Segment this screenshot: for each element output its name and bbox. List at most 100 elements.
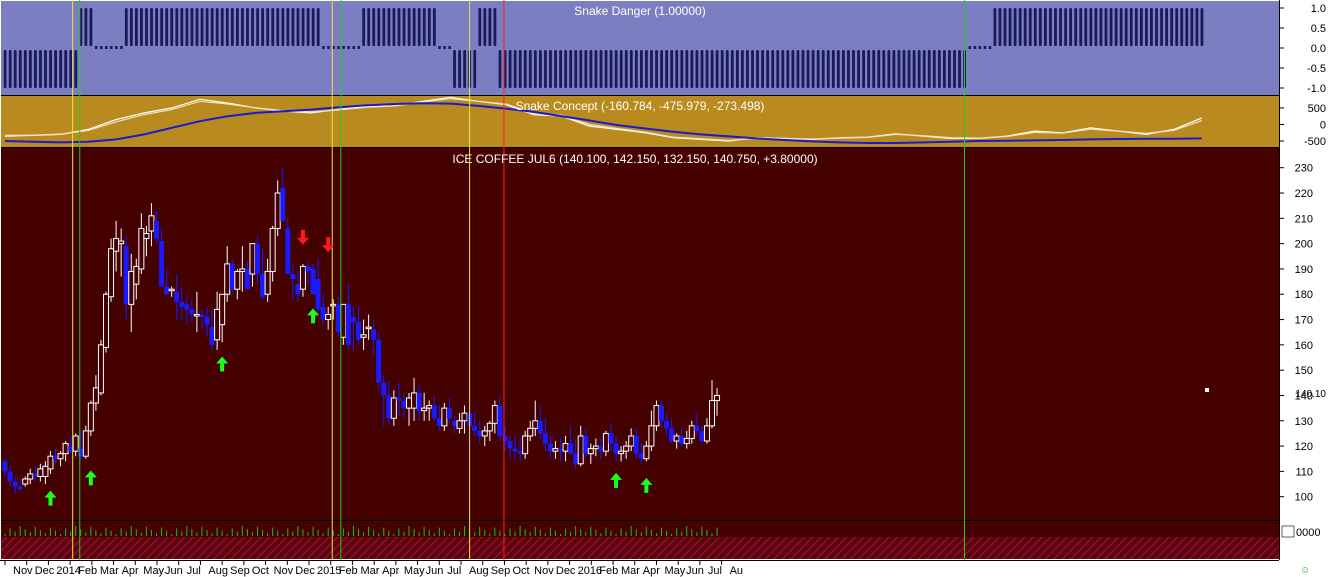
candle-body-down (633, 435, 639, 454)
danger-bar (1084, 8, 1088, 46)
danger-bar (1195, 8, 1199, 46)
danger-bar (1089, 8, 1093, 46)
danger-bar (932, 50, 936, 88)
danger-bar (266, 8, 270, 46)
danger-bar (362, 8, 366, 46)
danger-bar (650, 50, 653, 88)
danger-bar (953, 50, 956, 88)
danger-bar (18, 50, 22, 88)
danger-bar (230, 8, 234, 46)
danger-bar (180, 8, 184, 46)
x-tick-label: Dec (295, 565, 315, 577)
danger-bar (730, 50, 734, 88)
x-tick-label: Feb (599, 565, 618, 577)
candle-body-up (264, 270, 271, 295)
candle-body-down (699, 430, 705, 442)
candle-body-up (648, 425, 655, 447)
danger-bar (579, 50, 583, 88)
candle-body-up (37, 468, 44, 477)
danger-dot (120, 46, 123, 49)
danger-bar (382, 8, 386, 46)
danger-bar (478, 8, 482, 46)
candle-body-up (143, 233, 150, 240)
candle-body-up (602, 432, 609, 452)
candle-body-up (365, 326, 372, 330)
danger-bar (483, 8, 487, 46)
x-tick-label: May (143, 565, 164, 577)
danger-bar (720, 50, 724, 88)
danger-bar (1008, 8, 1012, 46)
candle-body-down (517, 451, 523, 454)
snake-danger-title: Snake Danger (1.00000) (574, 4, 705, 18)
danger-bar (675, 50, 679, 88)
danger-bar (473, 50, 477, 88)
danger-bar (599, 50, 603, 88)
x-tick-label: Aug (208, 565, 228, 577)
candle-body-down (497, 405, 503, 436)
danger-bar (549, 50, 552, 88)
price-panel (1, 148, 1279, 520)
danger-bar (1180, 8, 1184, 46)
danger-bar (645, 50, 648, 88)
danger-bar (8, 50, 12, 88)
danger-bar (64, 50, 68, 88)
danger-bar (831, 50, 835, 88)
x-tick-label: Oct (512, 565, 529, 577)
danger-bar (422, 8, 426, 46)
danger-dot (347, 46, 350, 49)
y-tick-label: 190 (1295, 264, 1313, 276)
danger-bar (493, 8, 497, 46)
candle-body-up (103, 293, 109, 348)
candle-body-up (653, 405, 660, 427)
candle-body-up (219, 293, 226, 326)
candle-body-up (92, 387, 99, 404)
snake-concept-title: Snake Concept (-160.784, -475.979, -273.… (516, 99, 765, 113)
smiley-icon: ☺ (1300, 565, 1310, 576)
danger-bar (241, 8, 244, 46)
danger-bar (948, 50, 951, 88)
candle-body-down (310, 268, 316, 295)
danger-bar (200, 8, 204, 46)
candle-body-down (2, 461, 8, 472)
danger-bar (215, 8, 219, 46)
candle-body-up (527, 427, 534, 437)
danger-bar (1023, 8, 1027, 46)
danger-bar (1079, 8, 1083, 46)
x-tick-label: Apr (382, 565, 399, 577)
danger-bar (1059, 8, 1062, 46)
candle-body-up (628, 435, 635, 447)
candle-body-up (97, 344, 104, 394)
candle-body-down (401, 400, 407, 409)
candle-body-up (491, 405, 498, 424)
danger-bar (867, 50, 871, 88)
candle-body-up (148, 215, 155, 232)
danger-bar (786, 50, 790, 88)
danger-bar (725, 50, 729, 88)
danger-bar (281, 8, 285, 46)
danger-bar (89, 8, 93, 46)
danger-bar (1094, 8, 1098, 46)
danger-bar (170, 8, 174, 46)
candle-body-down (78, 448, 84, 457)
danger-bar (407, 8, 411, 46)
candle-body-down (558, 448, 563, 452)
candle-body-up (623, 445, 630, 452)
y-tick-label: 180 (1295, 289, 1313, 301)
x-tick-label: Oct (252, 565, 269, 577)
candle-body-down (255, 243, 260, 274)
danger-bar (251, 8, 254, 46)
x-tick-label: Jun (686, 565, 704, 577)
danger-bar (1190, 8, 1194, 46)
candle-body-down (189, 309, 195, 315)
danger-bar (826, 50, 830, 88)
candle-body-down (123, 246, 129, 305)
candle-body-up (673, 435, 680, 442)
candle-body-down (542, 433, 548, 444)
candle-body-down (356, 322, 361, 340)
danger-bar (998, 8, 1002, 46)
candle-body-up (224, 263, 231, 295)
danger-dot (973, 46, 977, 49)
candle-body-down (159, 241, 165, 287)
candle-body-down (371, 329, 377, 340)
danger-bar (741, 50, 744, 88)
